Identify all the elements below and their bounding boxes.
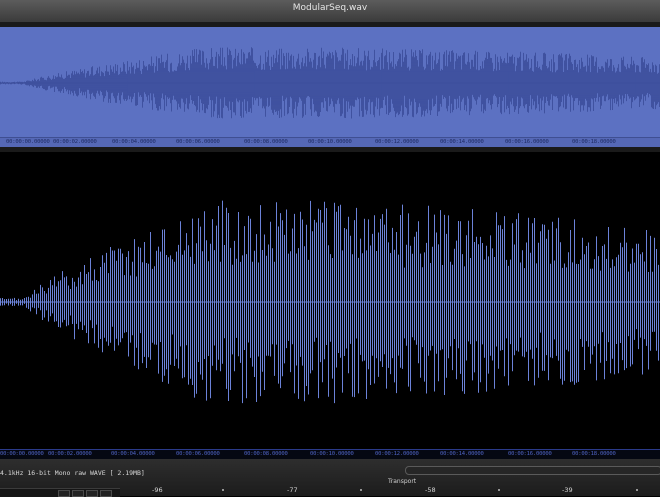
main-ruler-label: 00:00:14.00000 (440, 451, 484, 457)
main-ruler-label: 00:00:02.00000 (48, 451, 92, 457)
main-ruler-label: 00:00:16.00000 (508, 451, 552, 457)
main-ruler-label: 00:00:12.00000 (375, 451, 419, 457)
overview-ruler-label: 00:00:10.00000 (308, 139, 352, 145)
overview-ruler-label: 00:00:06.00000 (176, 139, 220, 145)
overview-ruler-label: 00:00:02.00000 (53, 139, 97, 145)
overview-waveform-panel[interactable] (0, 27, 660, 137)
window-title: ModularSeq.wav (292, 3, 368, 13)
level-meter-dot (360, 489, 362, 491)
level-meter-label: -58 (425, 486, 436, 494)
main-ruler-label: 00:00:04.00000 (111, 451, 155, 457)
transport-position-slider[interactable] (405, 466, 660, 475)
level-meter-dot (498, 489, 500, 491)
level-meter-label: -39 (562, 486, 573, 494)
file-info: 4.1kHz 16-bit Mono raw WAVE [ 2.19MB] (0, 469, 145, 477)
overview-ruler-label: 00:00:14.00000 (440, 139, 484, 145)
main-ruler-label: 00:00:00.00000 (0, 451, 44, 457)
main-ruler-label: 00:00:06.00000 (176, 451, 220, 457)
level-meter-label: -96 (152, 486, 163, 494)
overview-ruler-label: 00:00:12.00000 (375, 139, 419, 145)
overview-waveform[interactable] (0, 27, 660, 137)
main-waveform[interactable] (0, 152, 660, 448)
overview-ruler-label: 00:00:18.00000 (572, 139, 616, 145)
main-waveform-panel[interactable] (0, 152, 660, 448)
main-ruler-label: 00:00:18.00000 (572, 451, 616, 457)
overview-ruler-label: 00:00:08.00000 (244, 139, 288, 145)
main-ruler-label: 00:00:10.00000 (310, 451, 354, 457)
main-ruler-label: 00:00:08.00000 (244, 451, 288, 457)
status-bar: 4.1kHz 16-bit Mono raw WAVE [ 2.19MB] Tr… (0, 459, 660, 497)
window-titlebar: ModularSeq.wav (0, 0, 660, 23)
transport-label: Transport (388, 478, 417, 485)
overview-ruler-label: 00:00:00.00000 (6, 139, 50, 145)
overview-ruler-label: 00:00:04.00000 (112, 139, 156, 145)
overview-ruler-label: 00:00:16.00000 (505, 139, 549, 145)
level-meter-dot (222, 489, 224, 491)
level-meter-label: -77 (287, 486, 298, 494)
level-meter-dot (636, 489, 638, 491)
